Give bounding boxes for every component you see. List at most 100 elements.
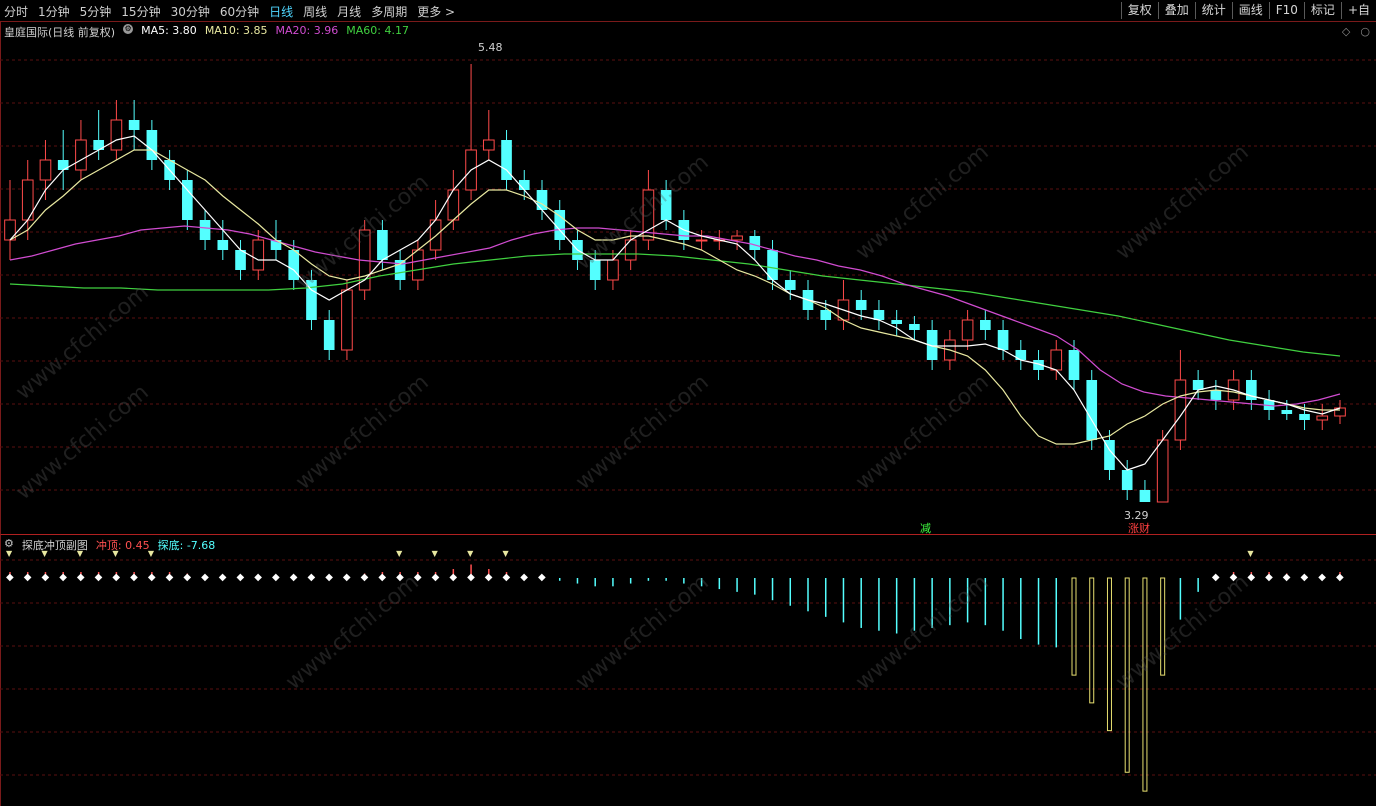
candle-body-up (39, 159, 52, 181)
ma5-line (9, 135, 1341, 471)
candle-body-down (855, 300, 867, 310)
candle-body-down (891, 320, 902, 324)
candle-body-down (146, 130, 158, 160)
bottom-label: 探底: -7.68 (158, 537, 216, 553)
diamond-marker: ◆ (307, 572, 315, 583)
diamond-marker: ◆ (59, 572, 67, 583)
candle-body-down (235, 250, 246, 270)
ma10-line (9, 149, 1340, 445)
diamond-marker: ◆ (148, 572, 156, 583)
ma10-label: MA10: 3.85 (204, 24, 268, 37)
candle-body-up (961, 319, 974, 341)
signal-tag-green[interactable]: 减 (920, 520, 931, 536)
top-value: 0.45 (125, 539, 150, 552)
ma20-label: MA20: 3.96 (275, 24, 339, 37)
candle-body-up (447, 189, 460, 221)
candle-body-down (323, 320, 335, 350)
candle-body-down (660, 190, 672, 220)
sub-bar-bottom (1142, 577, 1148, 792)
signal-arrow: ▼ (503, 549, 510, 558)
candle-body-down (377, 230, 388, 260)
diamond-marker: ◆ (166, 572, 174, 583)
diamond-marker: ◆ (1230, 572, 1238, 583)
circle-icon[interactable]: ○ (1360, 25, 1370, 38)
candle-body-down (1210, 390, 1222, 400)
candle-body-down (1086, 380, 1098, 440)
sub-settings-icon[interactable]: ⚙ (4, 537, 14, 553)
diamond-marker: ◆ (237, 572, 245, 583)
candle-body-up (252, 239, 265, 271)
bottom-value: -7.68 (186, 539, 216, 552)
main-legend: 皇庭国际(日线 前复权) ⚙ MA5: 3.80 MA10: 3.85 MA20… (4, 24, 409, 40)
candle-body-down (873, 310, 885, 320)
diamond-icon[interactable]: ◇ (1342, 25, 1350, 38)
kline-chart[interactable]: ◆▼◆ ◆▼◆ ◆▼◆ ◆▼◆ ◆▼◆ ◆ ◆ ◆ ◆ ◆ ◆ ◆ ◆ ◆ ◆ ◆ ◆ ◆▼◆ ◆▼◆ ◆▼◆ ◆▼◆ ◆… (0, 0, 1376, 806)
candle-body-down (980, 320, 991, 330)
candle-body-up (75, 139, 87, 171)
candle-body-down (288, 250, 300, 280)
diamond-marker: ◆ (1265, 572, 1273, 583)
bottom-label-text: 探底: (157, 539, 184, 552)
diamond-marker: ◆ (414, 572, 422, 583)
diamond-marker: ◆ (396, 572, 404, 583)
diamond-marker: ◆ (1212, 572, 1220, 583)
candle-body-down (997, 330, 1009, 350)
candle-body-up (482, 139, 495, 151)
diamond-marker: ◆ (201, 572, 209, 583)
candle-body-up (624, 239, 637, 261)
diamond-marker: ◆ (1336, 572, 1344, 583)
candle-body-down (749, 236, 761, 250)
candle-body-up (1050, 349, 1063, 371)
diamond-marker: ◆ (77, 572, 85, 583)
stock-title[interactable]: 皇庭国际(日线 前复权) (4, 24, 115, 40)
ma60-label: MA60: 4.17 (346, 24, 409, 37)
sub-bar-bottom (1071, 577, 1077, 676)
diamond-marker: ◆ (24, 572, 32, 583)
diamond-marker: ◆ (361, 572, 369, 583)
candle-body-down (589, 260, 601, 280)
diamond-marker: ◆ (325, 572, 333, 583)
candle-body-down (784, 280, 796, 290)
diamond-marker: ◆ (520, 572, 528, 583)
diamond-marker: ◆ (378, 572, 386, 583)
candle-body-up (1316, 415, 1329, 421)
sub-bar-bottom (1124, 577, 1130, 773)
diamond-marker: ◆ (432, 572, 440, 583)
signal-arrow: ▼ (396, 549, 403, 558)
sub-title[interactable]: 探底冲顶副图 (22, 537, 88, 553)
sub-bar-bottom (1106, 577, 1112, 732)
diamond-marker: ◆ (1301, 572, 1309, 583)
candle-body-down (1192, 380, 1204, 390)
diamond-marker: ◆ (343, 572, 351, 583)
diamond-marker: ◆ (1247, 572, 1255, 583)
candle-body-up (695, 239, 708, 242)
diamond-marker: ◆ (95, 572, 103, 583)
diamond-marker: ◆ (485, 572, 493, 583)
top-label: 冲顶: 0.45 (96, 537, 150, 553)
candle-body-down (1121, 470, 1133, 490)
candle-body-down (820, 310, 832, 320)
candle-body-down (1299, 414, 1310, 420)
settings-icon[interactable]: ⚙ (123, 24, 134, 34)
candle-body-down (217, 240, 229, 250)
signal-tag-red[interactable]: 涨财 (1128, 520, 1150, 536)
diamond-marker: ◆ (219, 572, 227, 583)
diamond-marker: ◆ (449, 572, 457, 583)
diamond-marker: ◆ (1283, 572, 1291, 583)
sub-bar-bottom (1160, 577, 1166, 676)
ma5-label: MA5: 3.80 (141, 24, 197, 37)
diamond-marker: ◆ (503, 572, 511, 583)
candle-body-down (1068, 350, 1080, 380)
ma20-line (9, 225, 1341, 407)
candle-body-up (341, 289, 353, 351)
top-label-text: 冲顶: (95, 539, 122, 552)
diamond-marker: ◆ (1318, 572, 1326, 583)
candle-body-up (110, 119, 123, 151)
corner-icons: ◇ ○ (1342, 25, 1370, 38)
sub-legend: ⚙ 探底冲顶副图 冲顶: 0.45 探底: -7.68 (4, 537, 215, 553)
signal-arrow: ▼ (432, 549, 439, 558)
signal-arrow: ▼ (1247, 549, 1254, 558)
diamond-marker: ◆ (272, 572, 280, 583)
ma60-line (9, 253, 1341, 357)
signal-arrow: ▼ (467, 549, 474, 558)
